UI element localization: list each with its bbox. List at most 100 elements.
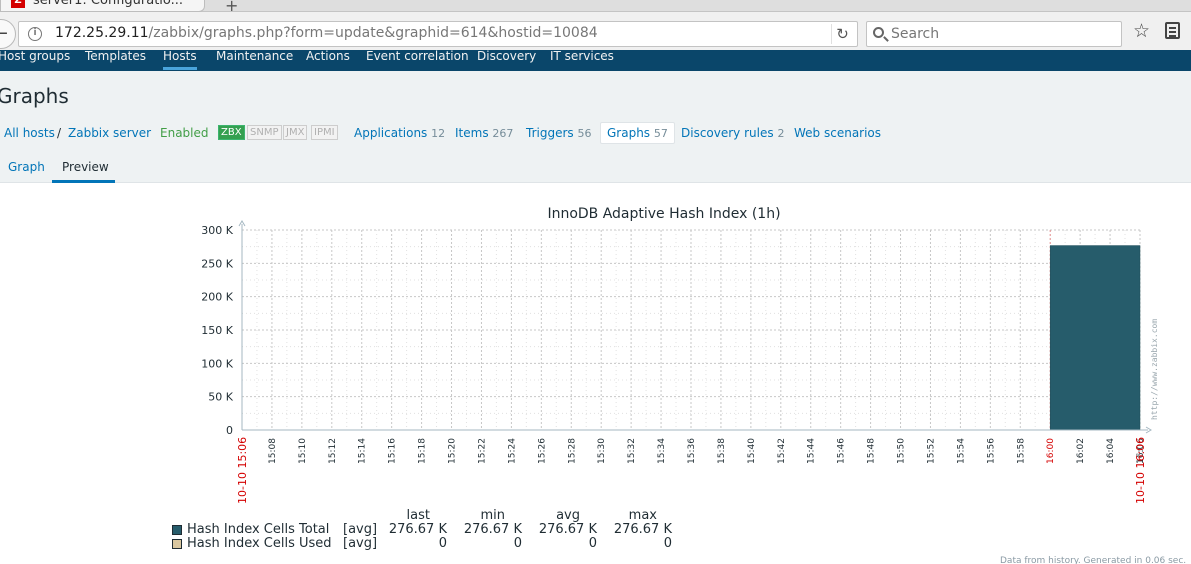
chart-x-tick-label: 15:16 [388,438,398,464]
menu-templates[interactable]: Templates [85,50,146,63]
search-input[interactable]: Search [866,21,1122,47]
chart-x-tick-label: 15:14 [358,438,368,464]
host-tab-count: 267 [492,127,514,140]
chart-x-tick-label: 15:56 [986,438,996,464]
chart-x-tick-label: 15:24 [507,438,517,464]
host-tab-label: Web scenarios [794,126,882,140]
legend-value-avg: 276.67 K [538,522,597,537]
chart-x-tick-label: 15:34 [657,438,667,464]
host-tab-discovery-rules[interactable]: Discovery rules 2 [681,126,784,140]
host-tab-label: Discovery rules [681,126,774,140]
host-tab-count: 56 [577,127,592,140]
legend-header-max: max [628,508,657,523]
chart-x-tick-label: 15:32 [627,438,637,464]
menu-it-services[interactable]: IT services [550,50,614,63]
host-tab-count: 2 [777,127,785,140]
tab-graph[interactable]: Graph [8,160,45,174]
main-menu: Host groups Templates Hosts Maintenance … [0,50,1191,71]
host-tab-items[interactable]: Items 267 [455,126,513,140]
zabbix-watermark: http://www.zabbix.com [1150,318,1159,420]
chart-bars [1049,245,1141,431]
host-tab-count: 12 [431,127,446,140]
chart-axes [238,220,1152,434]
menu-discovery[interactable]: Discovery [477,50,536,63]
legend-series-func: [avg] [343,522,378,537]
legend-value-last: 276.67 K [388,522,447,537]
legend-series-func: [avg] [343,536,378,551]
legend-value-last: 0 [438,536,447,551]
menu-event-correlation[interactable]: Event correlation [366,50,469,63]
chart-y-tick-label: 100 K [201,357,233,370]
legend-swatch [172,525,182,535]
site-info-icon[interactable]: i [28,27,42,41]
chart-x-tick-label: 15:36 [687,438,697,464]
menu-host-groups[interactable]: Host groups [0,50,70,63]
chart-x-tick-label: 15:12 [328,438,338,464]
host-tab-web-scenarios[interactable]: Web scenarios [794,126,881,140]
bookmark-star-icon[interactable]: ☆ [1133,20,1150,42]
legend-swatch [172,539,182,549]
chart-x-tick-label: 15:40 [747,438,757,464]
legend-value-min: 0 [513,536,522,551]
chart-y-ticks: 300 K 250 K 200 K 150 K 100 K 50 K 0 [201,224,233,437]
menu-hosts[interactable]: Hosts [163,50,197,70]
chart-x-tick-label: 15:26 [537,438,547,464]
legend-series-name: Hash Index Cells Total [187,522,330,537]
chart-x-ticks: 15:08 15:10 15:12 15:14 15:16 15:18 15:20 15:22… [236,437,1147,504]
url-path: /zabbix/graphs.php?form=update&graphid=6… [148,25,598,41]
chart-x-tick-label: 15:28 [567,438,577,464]
tab-preview[interactable]: Preview [62,160,109,174]
chart-y-tick-label: 300 K [201,224,233,237]
browser-tab[interactable]: Z server1: Configuratio... [0,0,205,12]
chart-x-end-label: 10-10 16:06 [1134,437,1147,504]
reading-list-icon[interactable] [1165,22,1180,39]
menu-maintenance[interactable]: Maintenance [216,50,293,63]
availability-jmx: JMX [283,125,308,140]
chart-y-tick-label: 200 K [201,291,233,304]
host-tab-applications[interactable]: Applications 12 [354,126,445,140]
chart-title: InnoDB Adaptive Hash Index (1h) [547,206,780,222]
host-tab-label: Graphs [607,126,651,140]
chart-x-tick-label: 15:08 [268,438,278,464]
legend-value-avg: 0 [588,536,597,551]
chart-x-tick-label: 15:30 [597,438,607,464]
host-status[interactable]: Enabled [160,126,209,140]
browser-tabstrip: Z server1: Configuratio... + [0,0,1191,15]
chart-y-tick-label: 250 K [201,257,233,270]
legend-value-max: 276.67 K [613,522,672,537]
breadcrumb-all-hosts[interactable]: All hosts [4,126,55,140]
url-text[interactable]: 172.25.29.11/zabbix/graphs.php?form=upda… [55,25,598,41]
chart-bar [1049,245,1141,431]
chart-y-tick-label: 50 K [208,391,233,404]
chart-x-tick-label: 15:38 [717,438,727,464]
legend-value-min: 276.67 K [463,522,522,537]
breadcrumb-host[interactable]: Zabbix server [68,126,151,140]
search-icon [873,27,884,38]
legend-series-name: Hash Index Cells Used [187,536,332,551]
host-tab-label: Applications [354,126,428,140]
host-tab-label: Items [455,126,489,140]
active-tab-indicator [52,180,115,183]
chart-x-tick-label: 15:42 [777,438,787,464]
reload-icon[interactable]: ↻ [831,24,853,44]
chart-y-tick-label: 0 [226,424,233,437]
back-button[interactable]: ← [0,19,16,49]
host-navigation: All hosts / Zabbix server Enabled ZBX SN… [0,120,1191,144]
page-title: Graphs [0,84,69,108]
form-tabs: Graph Preview [0,153,1191,184]
menu-actions[interactable]: Actions [306,50,350,63]
url-bar[interactable]: i 172.25.29.11/zabbix/graphs.php?form=up… [18,21,858,47]
availability-zbx: ZBX [218,125,245,140]
zabbix-favicon-icon: Z [11,0,25,8]
chart-x-tick-label: 15:44 [807,438,817,464]
host-tab-count: 57 [653,127,668,140]
host-tab-graphs[interactable]: Graphs 57 [600,122,675,144]
chart-grid [242,229,1141,430]
graph-image: InnoDB Adaptive Hash Index (1h) 300 K 250… [201,206,1152,504]
browser-tab-title: server1: Configuratio... [33,0,184,8]
chart-x-tick-label: 16:04 [1106,438,1116,464]
chart-x-tick-label: 15:52 [926,438,936,464]
chart-x-tick-label: 15:10 [298,438,308,464]
host-tab-triggers[interactable]: Triggers 56 [526,126,591,140]
chart-x-tick-label: 15:18 [418,438,428,464]
